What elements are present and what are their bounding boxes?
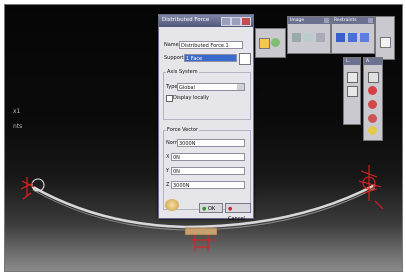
loads-toolbar: L. (343, 57, 361, 125)
dialog-title-bar[interactable]: Distributed Force (159, 15, 253, 27)
gear-icon[interactable] (271, 38, 280, 47)
maximize-button[interactable] (231, 17, 241, 26)
restraints-toolbar-title: Restraints (334, 18, 357, 23)
y-label: Y (166, 168, 170, 174)
display-locally-checkbox[interactable] (166, 95, 173, 102)
left-restraint-symbol (20, 177, 45, 200)
clamp-icon[interactable] (336, 33, 345, 42)
slider-restraint-icon[interactable] (348, 33, 357, 42)
displacement-icon[interactable] (316, 33, 325, 42)
display-locally-label: Display locally (173, 95, 210, 101)
compute-icon[interactable] (368, 100, 377, 109)
close-icon[interactable] (324, 18, 329, 23)
ok-label: OK (207, 206, 216, 212)
distributed-force-dialog: Distributed Force Name Distributed Force… (158, 14, 254, 222)
user-restraint-icon[interactable] (360, 33, 369, 42)
mass-icon[interactable] (368, 86, 377, 95)
axis-system-title: Axis System (166, 69, 199, 75)
type-value: Global (179, 85, 195, 91)
analysis-toolbar-title: A. (366, 59, 371, 64)
side-toolbar (375, 16, 395, 60)
image-toolbar-title: Image (290, 18, 305, 23)
minimize-button[interactable] (221, 17, 231, 26)
sensor-icon[interactable] (368, 114, 377, 123)
z-field[interactable]: 3000N (171, 181, 245, 189)
cancel-icon: ● (228, 206, 233, 212)
ok-button[interactable]: ● OK (199, 203, 223, 213)
pressure-icon[interactable] (347, 72, 358, 83)
check-icon: ● (202, 206, 207, 212)
deformation-icon[interactable] (292, 33, 301, 42)
cancel-button[interactable]: ● Cancel (225, 203, 251, 222)
norm-field[interactable]: 3000N (177, 139, 245, 147)
x-label: X (166, 154, 170, 160)
force-arrows (191, 235, 215, 251)
folder-icon[interactable] (259, 38, 270, 49)
chevron-down-icon[interactable] (237, 84, 244, 90)
supports-select-icon[interactable] (239, 53, 251, 65)
name-field[interactable]: Distributed Force.1 (179, 41, 243, 49)
type-select[interactable]: Global (177, 83, 245, 91)
restraints-toolbar-title-bar[interactable]: Restraints (332, 17, 374, 24)
x-field[interactable]: 0N (171, 153, 245, 161)
force-vector-title: Force Vector (166, 127, 200, 133)
name-label: Name (164, 42, 179, 48)
small-toolbar (255, 28, 286, 58)
load-plate (184, 227, 218, 236)
analysis-toolbar: A. (363, 57, 383, 141)
analysis-toolbar-title-bar[interactable]: A. (364, 58, 382, 65)
close-icon[interactable] (368, 18, 373, 23)
document-icon[interactable] (380, 37, 391, 48)
y-field[interactable]: 0N (171, 167, 245, 175)
restraints-toolbar: Restraints (331, 16, 375, 54)
loads-toolbar-title-bar[interactable]: L. (344, 58, 360, 65)
image-toolbar: Image (287, 16, 331, 54)
screen: x1 nts Distributed Force Name Distribute… (0, 0, 406, 277)
stress-icon[interactable] (304, 33, 313, 42)
mesh-icon[interactable] (368, 72, 379, 83)
type-label: Type (166, 84, 178, 90)
close-button[interactable] (241, 17, 251, 26)
loads-toolbar-title: L. (346, 59, 350, 64)
dialog-title: Distributed Force (162, 17, 210, 23)
z-label: Z (166, 182, 170, 188)
distributed-force-icon[interactable] (347, 86, 358, 97)
preview-icon (165, 199, 179, 211)
cancel-label: Cancel (228, 216, 245, 222)
report-icon[interactable] (368, 126, 377, 135)
supports-field[interactable]: 1 Face (184, 54, 237, 62)
image-toolbar-title-bar[interactable]: Image (288, 17, 330, 24)
